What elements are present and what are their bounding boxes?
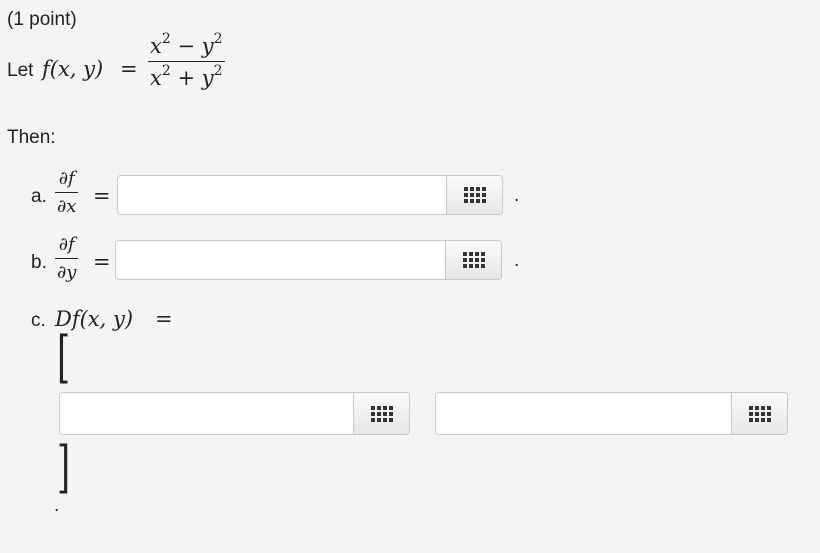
part-c-answer-input-1[interactable] xyxy=(60,393,361,434)
let-label: Let xyxy=(7,60,34,81)
function-lhs: f(x, y) xyxy=(42,57,104,81)
part-a-label: a. xyxy=(31,186,47,207)
open-bracket: [ xyxy=(57,325,71,390)
part-a-equation-editor-button[interactable] xyxy=(446,176,502,214)
grid-icon xyxy=(462,252,485,268)
grid-icon xyxy=(370,405,393,422)
part-a-derivative: ∂f ∂x xyxy=(55,168,79,217)
grid-icon xyxy=(748,405,771,422)
part-c-answer-input-2[interactable] xyxy=(436,393,740,434)
part-a-period: . xyxy=(514,185,520,206)
close-bracket: ] xyxy=(57,435,71,500)
then-label: Then: xyxy=(7,127,56,148)
part-b-derivative: ∂f ∂y xyxy=(55,234,79,283)
function-equals: = xyxy=(120,57,138,81)
part-b-period: . xyxy=(514,250,520,271)
part-c-period: . xyxy=(54,495,60,516)
part-c-equals: = xyxy=(155,307,173,331)
part-b-answer-input[interactable] xyxy=(116,241,452,279)
part-a-answer-box xyxy=(117,175,503,215)
part-c-equation-editor-button-1[interactable] xyxy=(353,393,409,434)
points-label: (1 point) xyxy=(7,9,77,30)
part-c-label: c. xyxy=(31,310,46,331)
part-c-answer-box-1 xyxy=(59,392,410,435)
part-b-equals: = xyxy=(93,250,111,274)
function-fraction: x2 − y2 x2 + y2 xyxy=(148,31,225,90)
part-a-equals: = xyxy=(93,184,111,208)
part-c-answer-box-2 xyxy=(435,392,788,435)
part-b-label: b. xyxy=(31,252,47,273)
part-b-equation-editor-button[interactable] xyxy=(445,241,501,279)
part-a-answer-input[interactable] xyxy=(118,176,454,214)
grid-icon xyxy=(463,187,486,203)
part-c-equation-editor-button-2[interactable] xyxy=(731,393,787,434)
part-b-answer-box xyxy=(115,240,502,280)
